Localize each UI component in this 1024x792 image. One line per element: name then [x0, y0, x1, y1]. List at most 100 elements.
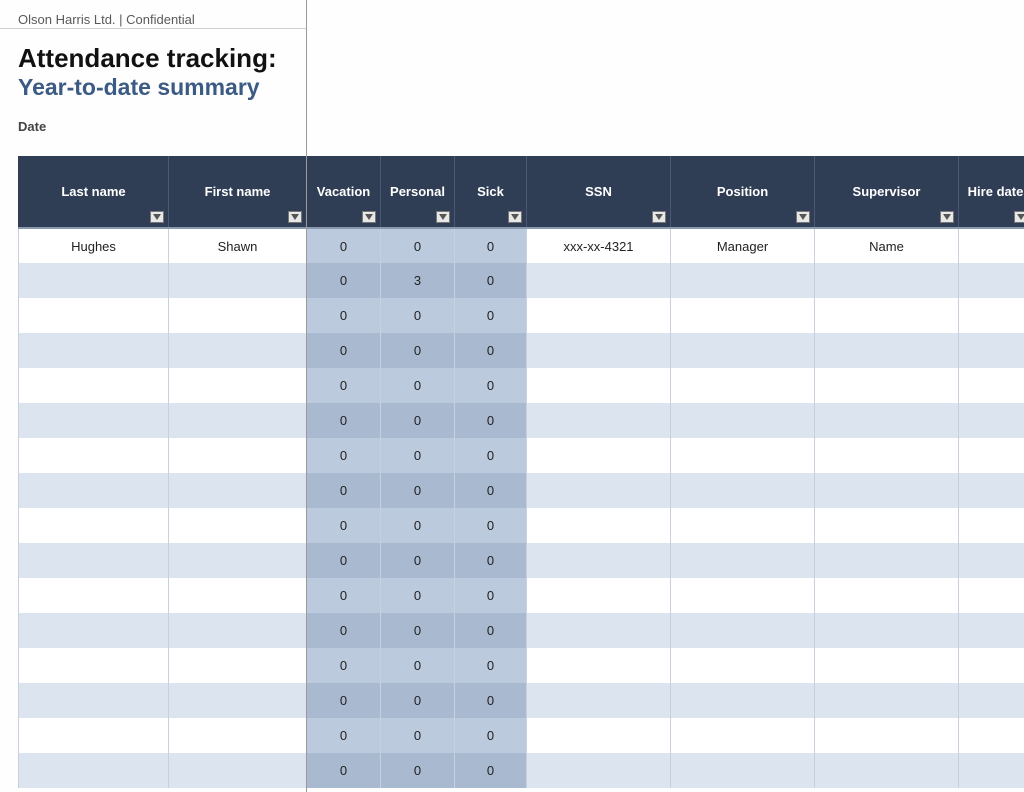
cell-sick[interactable]: 0 [455, 648, 527, 683]
cell-last_name[interactable] [19, 683, 169, 718]
cell-position[interactable] [671, 683, 815, 718]
cell-sick[interactable]: 0 [455, 228, 527, 263]
cell-hire_date[interactable] [959, 298, 1024, 333]
cell-supervisor[interactable] [815, 508, 959, 543]
cell-personal[interactable]: 0 [381, 718, 455, 753]
cell-personal[interactable]: 0 [381, 438, 455, 473]
cell-sick[interactable]: 0 [455, 753, 527, 788]
cell-last_name[interactable] [19, 718, 169, 753]
cell-hire_date[interactable] [959, 333, 1024, 368]
cell-personal[interactable]: 0 [381, 683, 455, 718]
cell-personal[interactable]: 0 [381, 613, 455, 648]
cell-first_name[interactable] [169, 718, 307, 753]
cell-ssn[interactable]: xxx-xx-4321 [527, 228, 671, 263]
cell-supervisor[interactable] [815, 543, 959, 578]
cell-last_name[interactable] [19, 578, 169, 613]
cell-hire_date[interactable] [959, 683, 1024, 718]
cell-vacation[interactable]: 0 [307, 263, 381, 298]
cell-position[interactable] [671, 578, 815, 613]
cell-first_name[interactable] [169, 543, 307, 578]
cell-ssn[interactable] [527, 543, 671, 578]
cell-ssn[interactable] [527, 648, 671, 683]
cell-vacation[interactable]: 0 [307, 753, 381, 788]
cell-personal[interactable]: 0 [381, 648, 455, 683]
cell-sick[interactable]: 0 [455, 683, 527, 718]
cell-personal[interactable]: 0 [381, 473, 455, 508]
cell-personal[interactable]: 0 [381, 508, 455, 543]
cell-ssn[interactable] [527, 683, 671, 718]
cell-sick[interactable]: 0 [455, 718, 527, 753]
cell-last_name[interactable] [19, 263, 169, 298]
cell-sick[interactable]: 0 [455, 473, 527, 508]
cell-first_name[interactable] [169, 613, 307, 648]
cell-position[interactable] [671, 368, 815, 403]
cell-last_name[interactable] [19, 613, 169, 648]
cell-ssn[interactable] [527, 438, 671, 473]
cell-first_name[interactable] [169, 578, 307, 613]
cell-supervisor[interactable] [815, 438, 959, 473]
cell-last_name[interactable] [19, 333, 169, 368]
cell-sick[interactable]: 0 [455, 368, 527, 403]
cell-position[interactable] [671, 543, 815, 578]
cell-last_name[interactable]: Hughes [19, 228, 169, 263]
cell-ssn[interactable] [527, 718, 671, 753]
cell-last_name[interactable] [19, 543, 169, 578]
cell-personal[interactable]: 0 [381, 403, 455, 438]
filter-dropdown-icon[interactable] [796, 211, 810, 223]
cell-vacation[interactable]: 0 [307, 543, 381, 578]
filter-dropdown-icon[interactable] [288, 211, 302, 223]
cell-hire_date[interactable] [959, 753, 1024, 788]
cell-ssn[interactable] [527, 473, 671, 508]
cell-ssn[interactable] [527, 263, 671, 298]
cell-last_name[interactable] [19, 438, 169, 473]
cell-sick[interactable]: 0 [455, 298, 527, 333]
cell-hire_date[interactable] [959, 543, 1024, 578]
cell-sick[interactable]: 0 [455, 438, 527, 473]
cell-supervisor[interactable] [815, 683, 959, 718]
cell-position[interactable] [671, 753, 815, 788]
cell-hire_date[interactable] [959, 578, 1024, 613]
cell-personal[interactable]: 0 [381, 578, 455, 613]
cell-ssn[interactable] [527, 368, 671, 403]
cell-position[interactable] [671, 263, 815, 298]
filter-dropdown-icon[interactable] [436, 211, 450, 223]
cell-personal[interactable]: 3 [381, 263, 455, 298]
cell-first_name[interactable] [169, 333, 307, 368]
filter-dropdown-icon[interactable] [1014, 211, 1024, 223]
cell-position[interactable] [671, 473, 815, 508]
cell-hire_date[interactable] [959, 263, 1024, 298]
cell-last_name[interactable] [19, 473, 169, 508]
cell-ssn[interactable] [527, 508, 671, 543]
cell-last_name[interactable] [19, 298, 169, 333]
cell-first_name[interactable] [169, 298, 307, 333]
cell-ssn[interactable] [527, 298, 671, 333]
cell-hire_date[interactable] [959, 648, 1024, 683]
cell-first_name[interactable] [169, 683, 307, 718]
cell-vacation[interactable]: 0 [307, 613, 381, 648]
cell-last_name[interactable] [19, 403, 169, 438]
cell-last_name[interactable] [19, 648, 169, 683]
cell-supervisor[interactable] [815, 403, 959, 438]
cell-sick[interactable]: 0 [455, 508, 527, 543]
cell-personal[interactable]: 0 [381, 543, 455, 578]
cell-supervisor[interactable] [815, 473, 959, 508]
cell-position[interactable] [671, 438, 815, 473]
cell-personal[interactable]: 0 [381, 368, 455, 403]
cell-sick[interactable]: 0 [455, 333, 527, 368]
cell-vacation[interactable]: 0 [307, 228, 381, 263]
cell-first_name[interactable] [169, 263, 307, 298]
filter-dropdown-icon[interactable] [508, 211, 522, 223]
cell-supervisor[interactable] [815, 368, 959, 403]
cell-last_name[interactable] [19, 368, 169, 403]
filter-dropdown-icon[interactable] [150, 211, 164, 223]
filter-dropdown-icon[interactable] [940, 211, 954, 223]
cell-position[interactable] [671, 718, 815, 753]
cell-ssn[interactable] [527, 613, 671, 648]
cell-hire_date[interactable] [959, 718, 1024, 753]
cell-first_name[interactable] [169, 368, 307, 403]
cell-hire_date[interactable] [959, 473, 1024, 508]
cell-first_name[interactable] [169, 438, 307, 473]
cell-sick[interactable]: 0 [455, 543, 527, 578]
cell-first_name[interactable] [169, 753, 307, 788]
cell-hire_date[interactable] [959, 368, 1024, 403]
